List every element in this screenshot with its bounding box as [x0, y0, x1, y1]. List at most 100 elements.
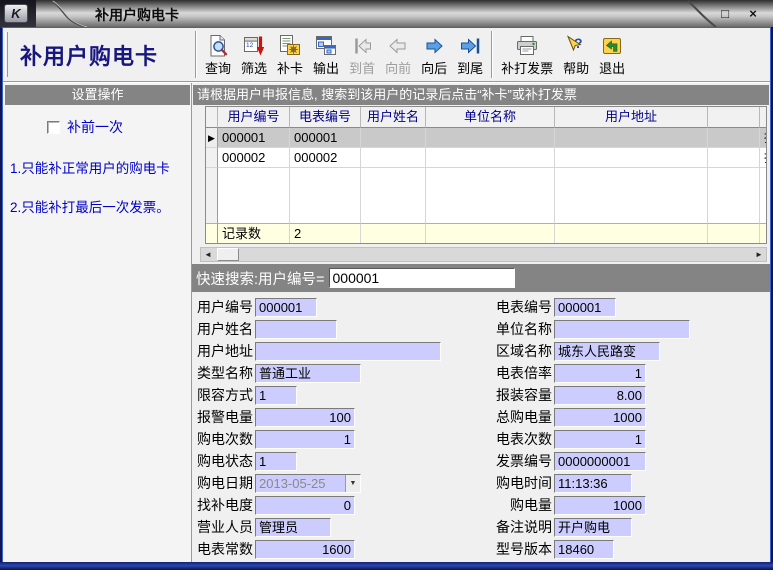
form-row: 用户编号000001 — [197, 296, 441, 318]
field-value[interactable]: 000001 — [255, 298, 317, 317]
grid-column-header[interactable] — [708, 107, 760, 128]
field-value[interactable]: 普通工业 — [255, 364, 361, 383]
field-value[interactable]: 1 — [554, 430, 646, 449]
form-row: 单位名称 — [492, 318, 690, 340]
field-value[interactable]: 000001 — [554, 298, 616, 317]
toolbar-button-reissue-card[interactable]: 补卡 — [272, 28, 308, 81]
field-value[interactable]: 11:13:36 — [554, 474, 632, 493]
row-indicator — [206, 148, 218, 168]
field-value[interactable] — [255, 342, 441, 361]
form-row: 限容方式1 — [197, 384, 441, 406]
grid-column-header[interactable] — [760, 107, 767, 128]
toolbar-button-label: 向前 — [385, 58, 411, 77]
grid-column-header[interactable]: 用户姓名 — [361, 107, 426, 128]
field-label: 报装容量 — [492, 385, 554, 405]
note-line: 2.只能补打最后一次发票。 — [10, 196, 191, 216]
toolbar-button-filter[interactable]: 12筛选 — [236, 28, 272, 81]
field-label: 类型名称 — [197, 363, 255, 383]
grid-column-header[interactable]: 电表编号 — [290, 107, 361, 128]
grid-hscrollbar[interactable]: ◄ ► — [200, 247, 767, 262]
scroll-thumb[interactable] — [217, 248, 239, 261]
grid-cell — [555, 168, 708, 223]
maximize-button[interactable]: □ — [717, 6, 733, 22]
grid-empty-area — [206, 168, 766, 223]
grid-column-header[interactable]: 单位名称 — [426, 107, 555, 128]
quick-search-input[interactable] — [329, 268, 515, 288]
field-value[interactable]: 城东人民路变 — [554, 342, 660, 361]
field-label: 找补电度 — [197, 495, 255, 515]
toolbar-button-exit[interactable]: 退出 — [594, 28, 630, 81]
toolbar-button-next[interactable]: 向后 — [416, 28, 452, 81]
user-grid[interactable]: 用户编号电表编号用户姓名单位名称用户地址▶000001000001抄000002… — [205, 106, 767, 244]
grid-cell: 000002 — [218, 148, 290, 168]
grid-column-header[interactable]: 用户编号 — [218, 107, 290, 128]
chevron-down-icon[interactable]: ▼ — [345, 475, 360, 492]
grid-row[interactable]: ▶000001000001抄 — [206, 128, 766, 148]
form-row: 购电量1000 — [492, 494, 690, 516]
field-value[interactable]: 1000 — [554, 496, 646, 515]
grid-cell — [555, 223, 708, 243]
field-value[interactable]: 1600 — [255, 540, 355, 559]
reissue-previous-checkbox[interactable] — [47, 121, 60, 134]
field-value[interactable]: 1 — [255, 386, 297, 405]
toolbar-button-label: 退出 — [599, 58, 625, 77]
field-value[interactable]: 管理员 — [255, 518, 331, 537]
grid-cell — [361, 148, 426, 168]
card-icon — [278, 34, 302, 58]
field-value[interactable]: 100 — [255, 408, 355, 427]
field-label: 发票编号 — [492, 451, 554, 471]
toolbar-button-label: 到尾 — [457, 58, 483, 77]
field-label: 总购电量 — [492, 407, 554, 427]
arrow-first-icon — [350, 34, 374, 58]
main-panel: 请根据用户申报信息, 搜索到该用户的记录后点击“补卡”或补打发票 用户编号电表编… — [192, 83, 770, 562]
grid-column-header[interactable]: 用户地址 — [555, 107, 708, 128]
field-value[interactable]: 1 — [255, 452, 297, 471]
form-row: 电表次数1 — [492, 428, 690, 450]
toolbar-button-prev[interactable]: 向前 — [380, 28, 416, 81]
field-value[interactable]: 8.00 — [554, 386, 646, 405]
field-label: 区域名称 — [492, 341, 554, 361]
field-label: 购电次数 — [197, 429, 255, 449]
purchase-date-combo[interactable]: 2013-05-25▼ — [255, 474, 361, 493]
toolbar-button-query[interactable]: 查询 — [200, 28, 236, 81]
field-label: 用户姓名 — [197, 319, 255, 339]
close-button[interactable]: × — [745, 6, 761, 22]
field-label: 用户地址 — [197, 341, 255, 361]
grid-row[interactable]: 000002000002抄 — [206, 148, 766, 168]
checkbox-row[interactable]: 补前一次 — [47, 117, 191, 137]
sidebar-notes: 1.只能补正常用户的购电卡 2.只能补打最后一次发票。 — [10, 157, 191, 216]
grid-cell — [206, 168, 218, 223]
field-label: 限容方式 — [197, 385, 255, 405]
toolbar-button-help[interactable]: ?帮助 — [558, 28, 594, 81]
scroll-right-arrow-icon[interactable]: ► — [752, 248, 766, 261]
field-value[interactable]: 开户购电 — [554, 518, 632, 537]
form-row: 电表常数1600 — [197, 538, 441, 560]
field-value[interactable] — [554, 320, 690, 339]
form-row: 用户地址 — [197, 340, 441, 362]
field-label: 营业人员 — [197, 517, 255, 537]
field-value[interactable]: 0 — [255, 496, 355, 515]
form-row: 类型名称普通工业 — [197, 362, 441, 384]
grid-cell — [218, 168, 290, 223]
toolbar-button-first[interactable]: 到首 — [344, 28, 380, 81]
field-value[interactable]: 1 — [554, 364, 646, 383]
help-icon: ? — [564, 34, 588, 58]
instruction-bar: 请根据用户申报信息, 搜索到该用户的记录后点击“补卡”或补打发票 — [193, 85, 769, 105]
field-value[interactable] — [255, 320, 337, 339]
body-area: 设置操作 补前一次 1.只能补正常用户的购电卡 2.只能补打最后一次发票。 请根… — [3, 83, 770, 562]
field-label: 用户编号 — [197, 297, 255, 317]
field-value[interactable]: 1000 — [554, 408, 646, 427]
toolbar-button-label: 帮助 — [563, 58, 589, 77]
field-value[interactable]: 0000000001 — [554, 452, 646, 471]
toolbar-button-output[interactable]: 输出 — [308, 28, 344, 81]
toolbar-button-reprint-invoice[interactable]: 补打发票 — [496, 28, 558, 81]
field-value[interactable]: 1 — [255, 430, 355, 449]
scroll-left-arrow-icon[interactable]: ◄ — [201, 248, 215, 261]
toolbar-button-last[interactable]: 到尾 — [452, 28, 488, 81]
toolbar: 补用户购电卡 查询12筛选补卡输出到首向前向后到尾补打发票?帮助退出 — [3, 28, 770, 82]
grid-cell: 000001 — [218, 128, 290, 148]
record-count-value: 2 — [290, 223, 361, 243]
grid-cell — [426, 168, 555, 223]
field-value[interactable]: 18460 — [554, 540, 614, 559]
toolbar-button-label: 到首 — [349, 58, 375, 77]
